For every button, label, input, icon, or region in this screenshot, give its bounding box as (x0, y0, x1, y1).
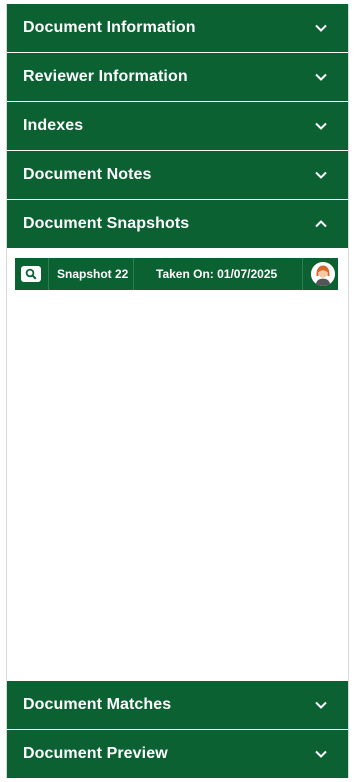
chevron-down-icon (315, 122, 327, 130)
accordion-label: Document Snapshots (23, 215, 190, 232)
accordion-indexes[interactable]: Indexes (7, 102, 348, 150)
accordion-label: Indexes (23, 117, 84, 134)
chevron-down-icon (315, 171, 327, 179)
cell-divider (48, 258, 49, 290)
accordion-label: Document Matches (23, 696, 172, 713)
chevron-down-icon (315, 750, 327, 758)
chevron-down-icon (315, 24, 327, 32)
accordion-document-notes[interactable]: Document Notes (7, 151, 348, 199)
chevron-down-icon (315, 73, 327, 81)
user-avatar (311, 262, 335, 286)
accordion-document-matches[interactable]: Document Matches (7, 681, 348, 729)
avatar-icon (311, 262, 335, 286)
view-snapshot-button[interactable] (21, 266, 41, 282)
accordion-label: Document Preview (23, 745, 168, 762)
cell-divider (133, 258, 134, 290)
cell-divider (302, 258, 303, 290)
document-snapshots-body: Snapshot 22 Taken On: 01/07/2025 (7, 248, 348, 680)
chevron-up-icon (315, 220, 327, 228)
accordion-label: Reviewer Information (23, 68, 188, 85)
snapshot-row[interactable]: Snapshot 22 Taken On: 01/07/2025 (15, 258, 338, 290)
chevron-down-icon (315, 701, 327, 709)
search-icon (25, 268, 37, 280)
accordion-label: Document Notes (23, 166, 152, 183)
snapshot-name: Snapshot 22 (57, 267, 129, 281)
snapshot-taken-on: Taken On: 01/07/2025 (156, 267, 278, 281)
accordion-label: Document Information (23, 19, 196, 36)
accordion-document-preview[interactable]: Document Preview (7, 730, 348, 778)
accordion-document-information[interactable]: Document Information (7, 4, 348, 52)
accordion-reviewer-information[interactable]: Reviewer Information (7, 53, 348, 101)
accordion-document-snapshots[interactable]: Document Snapshots (7, 200, 348, 248)
document-side-panel: Document Information Reviewer Informatio… (6, 4, 349, 778)
